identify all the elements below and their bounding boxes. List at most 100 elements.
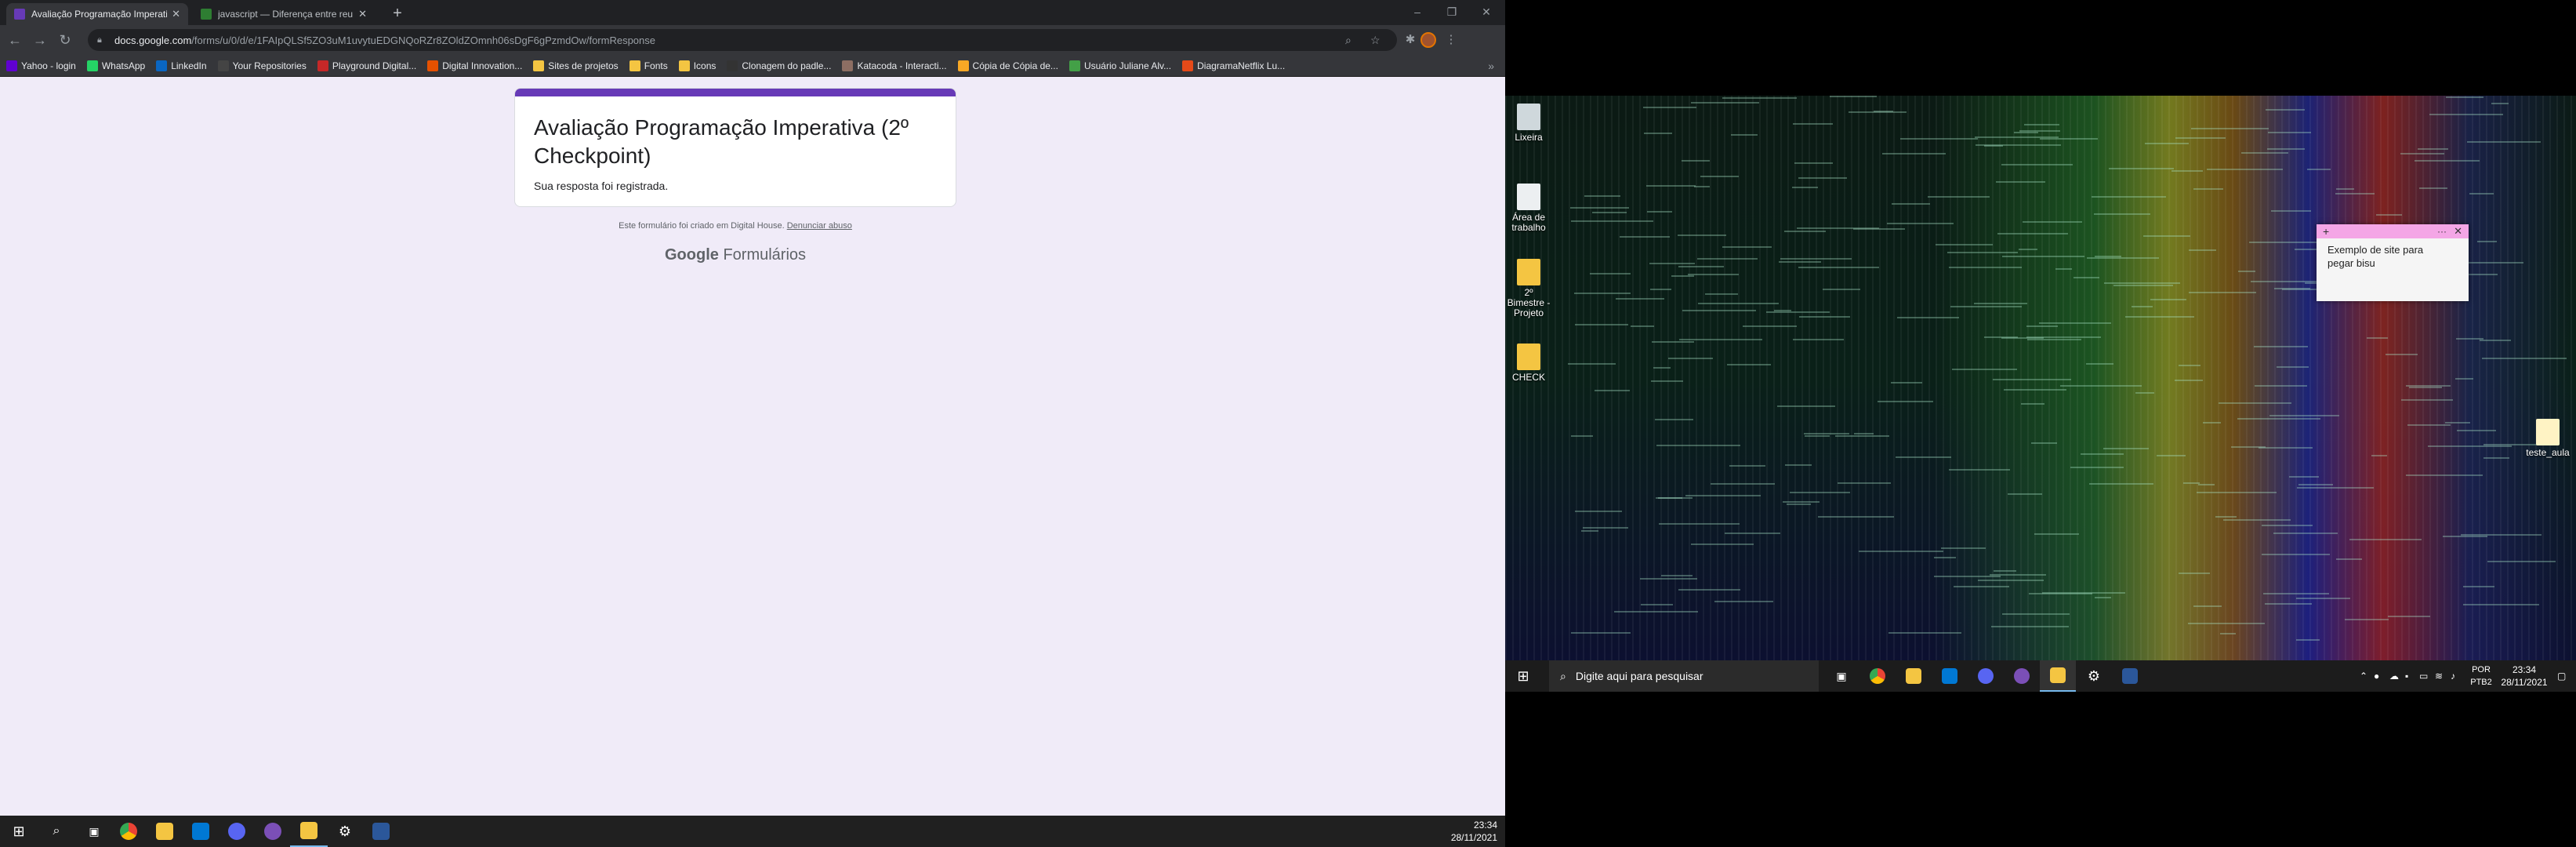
tab-stackoverflow[interactable]: javascript — Diferença entre reu ✕ <box>193 3 375 25</box>
wallpaper-code-line <box>2092 196 2166 198</box>
wallpaper-code-line <box>2157 455 2186 456</box>
volume-icon[interactable]: ♪ <box>2451 660 2455 692</box>
wifi-icon[interactable]: ≋ <box>2435 660 2443 692</box>
wallpaper-code-line <box>1766 311 1830 313</box>
extensions-icon[interactable]: ✱ <box>1402 31 1419 49</box>
wallpaper-code-line <box>2238 271 2255 272</box>
wallpaper-code-line <box>1896 456 1951 458</box>
camera-icon[interactable]: ▪ <box>2405 660 2408 692</box>
chrome-icon[interactable] <box>110 816 147 847</box>
sticky-notes-icon[interactable] <box>2040 660 2076 692</box>
task-view-icon[interactable]: ▣ <box>75 816 113 847</box>
desktop-icon-bimestre[interactable]: 2º Bimestre - Projeto <box>1505 259 1552 318</box>
bookmark-item[interactable]: WhatsApp <box>86 60 146 71</box>
discord-icon[interactable] <box>1968 660 2004 692</box>
file-explorer-icon[interactable] <box>146 816 183 847</box>
profile-avatar[interactable] <box>1420 32 1436 48</box>
wallpaper-code-line <box>2446 96 2483 98</box>
wallpaper-code-line <box>1595 390 1630 391</box>
new-tab-button[interactable]: + <box>389 5 406 23</box>
wallpaper-code-line <box>2197 492 2277 493</box>
github-desktop-icon[interactable] <box>254 816 292 847</box>
onedrive-icon[interactable]: ☁ <box>2389 660 2399 692</box>
discord-icon[interactable] <box>218 816 256 847</box>
bookmark-item[interactable]: Sites de projetos <box>533 60 619 71</box>
sticky-note[interactable]: + ··· ✕ Exemplo de site para pegar bisu <box>2317 224 2469 301</box>
maximize-button[interactable]: ❐ <box>1435 0 1469 25</box>
settings-icon[interactable]: ⚙ <box>326 816 364 847</box>
bookmarks-overflow-icon[interactable]: » <box>1488 55 1494 77</box>
wallpaper-code-line <box>2070 467 2124 468</box>
github-desktop-icon[interactable] <box>2004 660 2040 692</box>
chrome-icon[interactable] <box>1859 660 1896 692</box>
wallpaper-code-line <box>2467 141 2541 143</box>
wallpaper-code-line <box>1682 160 1710 162</box>
minimize-button[interactable]: – <box>1400 0 1435 25</box>
tab-form[interactable]: Avaliação Programação Imperati ✕ <box>6 3 188 25</box>
footer-text: Este formulário foi criado em Digital Ho… <box>619 221 785 231</box>
menu-kebab-icon[interactable]: ⋮ <box>1442 31 1460 49</box>
vscode-icon[interactable] <box>182 816 220 847</box>
report-abuse-link[interactable]: Denunciar abuso <box>787 221 852 231</box>
bookmark-item[interactable]: Clonagem do padle... <box>727 60 831 71</box>
desktop-icon-area-de-trabalho[interactable]: Área de trabalho <box>1505 184 1552 233</box>
close-tab-icon[interactable]: ✕ <box>172 8 180 20</box>
bookmark-item[interactable]: Yahoo - login <box>6 60 76 71</box>
bookmark-item[interactable]: Cópia de Cópia de... <box>957 60 1058 71</box>
settings-icon[interactable]: ⚙ <box>2076 660 2112 692</box>
word-icon[interactable] <box>362 816 400 847</box>
bookmark-item[interactable]: Fonts <box>629 60 668 71</box>
word-icon[interactable] <box>2112 660 2148 692</box>
bookmark-item[interactable]: Katacoda - Interacti... <box>842 60 947 71</box>
sticky-notes-icon[interactable] <box>290 816 328 847</box>
bookmark-item[interactable]: LinkedIn <box>156 60 207 71</box>
zoom-search-icon[interactable]: ⌕ <box>1345 29 1351 51</box>
task-view-icon[interactable]: ▣ <box>1823 660 1859 692</box>
bookmark-item[interactable]: DiagramaNetflix Lu... <box>1182 60 1285 71</box>
bookmark-item[interactable]: Digital Innovation... <box>427 60 522 71</box>
language-indicator[interactable]: POR PTB2 <box>2468 663 2494 689</box>
wallpaper-code-line <box>2183 482 2200 484</box>
wallpaper-code-line <box>2014 132 2038 133</box>
wallpaper-code-line <box>1729 465 1765 467</box>
close-note-icon[interactable]: ✕ <box>2454 224 2462 238</box>
google-forms-logo[interactable]: Google Formulários <box>514 246 956 264</box>
bookmark-item[interactable]: Icons <box>678 60 716 71</box>
desktop-icon-check[interactable]: CHECK <box>1505 344 1552 383</box>
monitor-icon[interactable]: ▭ <box>2419 660 2428 692</box>
bookmark-label: WhatsApp <box>101 60 146 71</box>
back-arrow-icon[interactable]: ← <box>6 31 24 49</box>
show-hidden-icons-icon[interactable]: ⌃ <box>2360 660 2367 692</box>
vscode-icon[interactable] <box>1932 660 1968 692</box>
wallpaper-code-line <box>1584 195 1620 197</box>
windows-start-icon[interactable]: ⊞ <box>1505 660 1541 692</box>
close-tab-icon[interactable]: ✕ <box>358 8 367 20</box>
search-icon[interactable]: ⌕ <box>38 816 75 847</box>
reload-icon[interactable]: ↻ <box>56 31 74 49</box>
desktop-icon-recycle-bin[interactable]: Lixeira <box>1505 104 1552 143</box>
bookmark-item[interactable]: Your Repositories <box>217 60 307 71</box>
address-bar[interactable]: 🔒︎ docs.google.com/forms/u/0/d/e/1FAIpQL… <box>88 29 1397 51</box>
bookmark-item[interactable]: Usuário Juliane Alv... <box>1068 60 1171 71</box>
close-window-button[interactable]: ✕ <box>1469 0 1504 25</box>
bookmark-item[interactable]: Playground Digital... <box>317 60 416 71</box>
wallpaper-code-line <box>2266 109 2305 111</box>
network-status-icon[interactable]: ● <box>2374 660 2379 692</box>
desktop-icon-teste-aula[interactable]: teste_aula <box>2524 419 2571 458</box>
add-note-icon[interactable]: + <box>2323 224 2329 238</box>
wallpaper-code-line <box>1655 419 1693 420</box>
wallpaper-code-line <box>1897 317 1959 318</box>
taskbar-search-box[interactable]: ⌕ Digite aqui para pesquisar <box>1549 660 1819 692</box>
windows-start-icon[interactable]: ⊞ <box>0 816 38 847</box>
sticky-note-text[interactable]: Exemplo de site para pegar bisu <box>2327 243 2445 270</box>
forward-arrow-icon[interactable]: → <box>31 31 49 49</box>
wallpaper-code-line <box>1575 324 1628 325</box>
wallpaper-code-line <box>2145 143 2189 144</box>
file-explorer-icon[interactable] <box>1896 660 1932 692</box>
clock-left[interactable]: 23:34 28/11/2021 <box>1451 819 1497 844</box>
clock-right[interactable]: 23:34 28/11/2021 <box>2501 663 2548 689</box>
bookmark-star-icon[interactable]: ☆ <box>1370 29 1381 51</box>
notifications-icon[interactable]: ▢ <box>2557 660 2566 692</box>
more-options-icon[interactable]: ··· <box>2437 224 2447 238</box>
wallpaper-code-line <box>2004 389 2066 391</box>
